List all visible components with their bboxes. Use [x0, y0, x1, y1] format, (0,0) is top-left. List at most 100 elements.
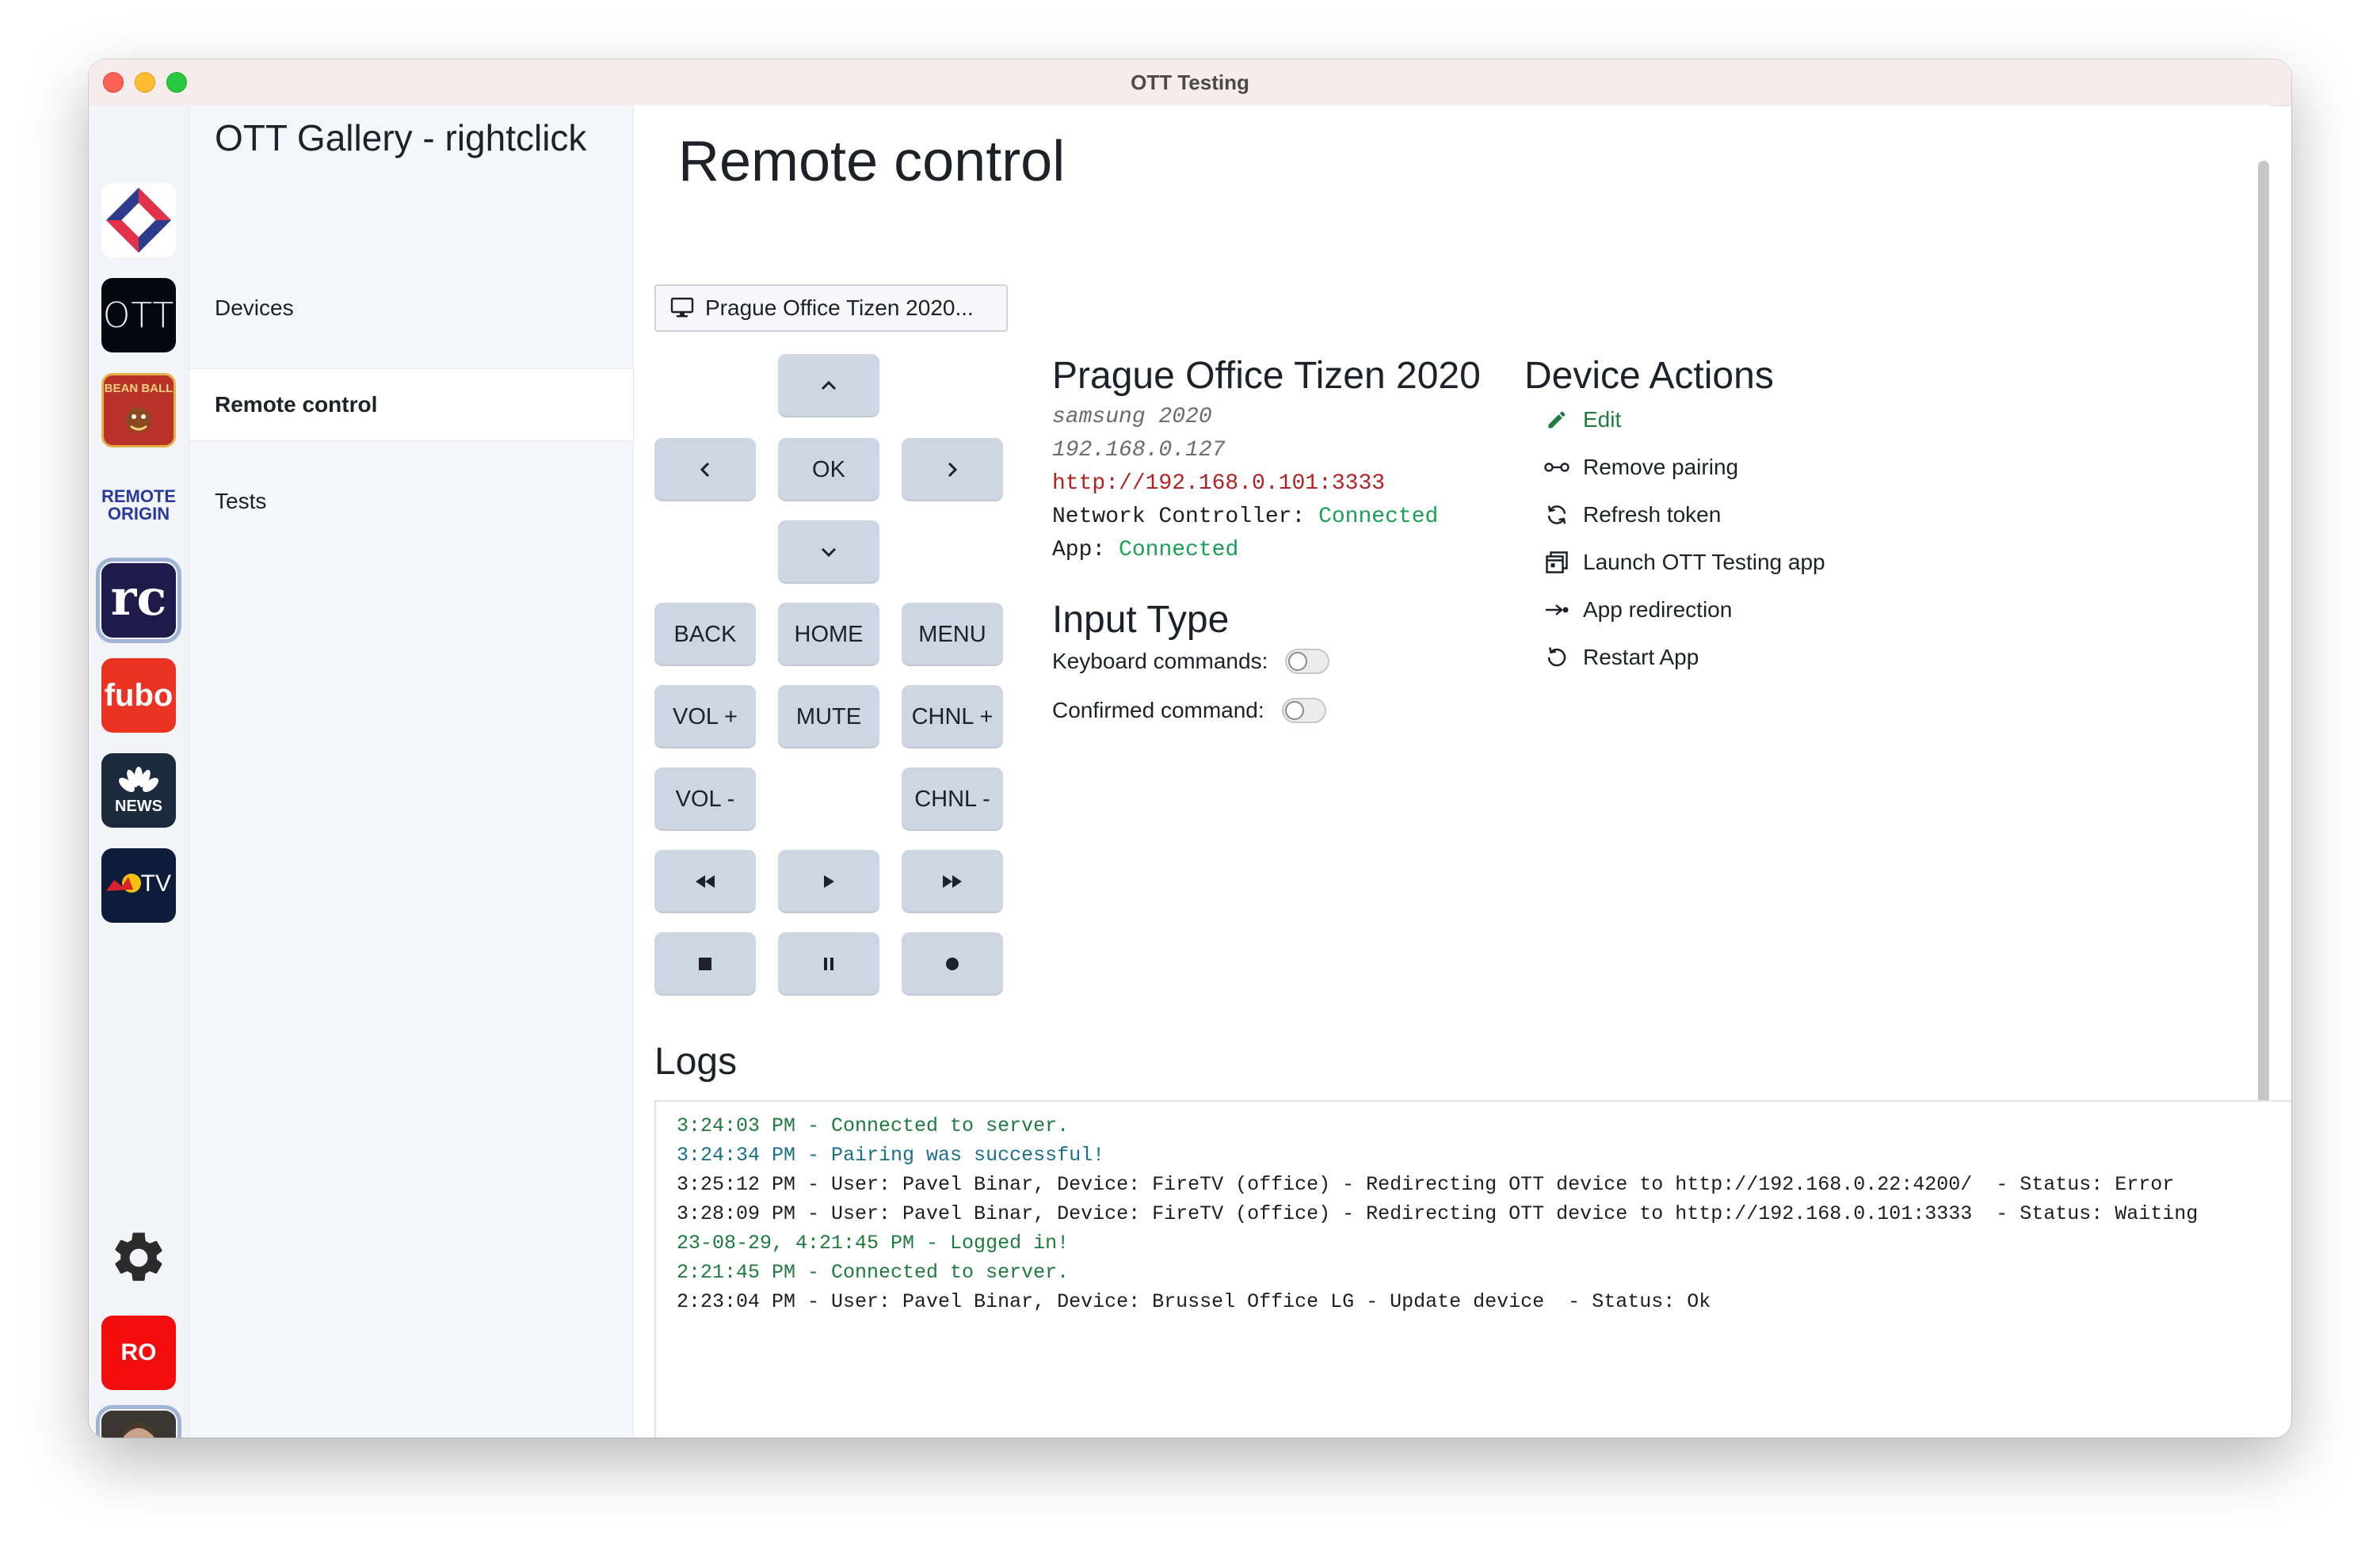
close-window-button[interactable] — [103, 72, 124, 93]
home-button-label: HOME — [794, 621, 864, 647]
ok-button[interactable]: OK — [778, 438, 879, 501]
redirect-icon — [1543, 596, 1570, 623]
action-label: Launch OTT Testing app — [1583, 550, 1825, 574]
nav-item-devices[interactable]: Devices — [189, 272, 633, 345]
nav-item-label: Devices — [215, 295, 294, 320]
back-button-label: BACK — [673, 621, 737, 647]
input-type-heading: Input Type — [1052, 599, 1230, 641]
edit-device-action[interactable]: Edit — [1543, 406, 1621, 433]
log-line: 3:24:34 PM - Pairing was successful! — [677, 1144, 1105, 1167]
right-button[interactable] — [902, 438, 1003, 501]
device-select[interactable]: Prague Office Tizen 2020... — [654, 284, 1008, 332]
chevron-down-icon — [821, 547, 837, 558]
chevron-right-icon — [948, 462, 958, 478]
log-line: 2:23:04 PM - User: Pavel Binar, Device: … — [677, 1290, 1711, 1313]
launch-app-action[interactable]: Launch OTT Testing app — [1543, 549, 1825, 576]
action-label: App redirection — [1583, 597, 1733, 622]
network-controller-value: Connected — [1318, 505, 1439, 529]
menu-button[interactable]: MENU — [902, 603, 1003, 666]
remove-pairing-action[interactable]: Remove pairing — [1543, 454, 1738, 481]
volume-up-button[interactable]: VOL + — [654, 685, 756, 748]
menu-button-label: MENU — [918, 621, 986, 647]
app-status-value: Connected — [1119, 538, 1239, 562]
nav-item-label: Remote control — [215, 392, 378, 417]
play-button[interactable] — [778, 850, 879, 913]
fubo-logo-label: fubo — [104, 677, 174, 713]
nav-item-tests[interactable]: Tests — [189, 465, 633, 538]
keyboard-commands-row: Keyboard commands: — [1052, 649, 1330, 674]
ott-logo-icon[interactable]: OTT — [101, 278, 176, 352]
remote-origin-label-top: REMOTE — [101, 486, 176, 506]
rightclick-logo-icon[interactable] — [101, 183, 176, 257]
minimize-window-button[interactable] — [135, 72, 155, 93]
left-button[interactable] — [654, 438, 756, 501]
log-line: 2:21:45 PM - Connected to server. — [677, 1261, 1070, 1284]
device-model: samsung 2020 — [1052, 405, 1212, 429]
confirmed-command-toggle[interactable] — [1281, 698, 1326, 723]
chevron-left-icon — [700, 462, 710, 478]
device-ip: 192.168.0.127 — [1052, 438, 1226, 463]
fast-forward-icon — [943, 875, 962, 888]
rewind-icon — [696, 875, 715, 888]
fast-forward-button[interactable] — [902, 850, 1003, 913]
pencil-icon — [1543, 406, 1570, 433]
keyboard-commands-toggle[interactable] — [1285, 649, 1330, 674]
log-line: 23-08-29, 4:21:45 PM - Logged in! — [677, 1232, 1070, 1255]
rc-logo-icon[interactable]: rc — [96, 558, 181, 643]
action-label: Remove pairing — [1583, 455, 1739, 479]
down-button[interactable] — [778, 520, 879, 584]
restart-app-action[interactable]: Restart App — [1543, 644, 1699, 671]
channel-down-button[interactable]: CHNL - — [902, 767, 1003, 831]
fubo-logo-icon[interactable]: fubo — [101, 658, 176, 733]
home-button[interactable]: HOME — [778, 603, 879, 666]
ott-logo-label: OTT — [102, 295, 175, 336]
chevron-up-icon — [821, 380, 837, 390]
confirmed-command-label: Confirmed command: — [1052, 698, 1264, 722]
device-actions-heading: Device Actions — [1524, 355, 1774, 397]
nbc-news-logo-label: NEWS — [115, 797, 162, 815]
app-rail: OTT BEAN BALL REMOTE ORIGIN rc fubo NEWS… — [89, 105, 189, 1438]
restart-icon — [1543, 644, 1570, 671]
monitor-icon — [670, 297, 694, 318]
back-button[interactable]: BACK — [654, 603, 756, 666]
up-button[interactable] — [778, 354, 879, 417]
pause-button[interactable] — [778, 932, 879, 996]
app-window: OTT Testing OTT BEAN BALL REMOTE ORIGIN … — [89, 59, 2291, 1438]
play-icon — [824, 875, 834, 888]
device-name: Prague Office Tizen 2020 — [1052, 355, 1481, 397]
main-content: Remote control Prague Office Tizen 2020.… — [634, 105, 2291, 1438]
maximize-window-button[interactable] — [166, 72, 187, 93]
volume-down-button[interactable]: VOL - — [654, 767, 756, 831]
stop-icon — [699, 958, 711, 970]
toggle-knob — [1284, 701, 1304, 720]
record-button[interactable] — [902, 932, 1003, 996]
user-initials-badge[interactable]: RO — [101, 1316, 176, 1390]
remote-origin-logo-icon[interactable]: REMOTE ORIGIN — [101, 468, 176, 543]
nbc-news-logo-icon[interactable]: NEWS — [101, 753, 176, 828]
rewind-button[interactable] — [654, 850, 756, 913]
user-avatar-icon[interactable] — [96, 1405, 181, 1438]
refresh-token-action[interactable]: Refresh token — [1543, 501, 1721, 528]
gear-icon[interactable] — [101, 1221, 176, 1295]
nav-item-remote-control[interactable]: Remote control — [189, 368, 633, 441]
mute-button[interactable]: MUTE — [778, 685, 879, 748]
redbull-tv-logo-icon[interactable]: TV — [101, 848, 176, 923]
volume-down-label: VOL - — [675, 786, 735, 812]
bean-ball-logo-icon[interactable]: BEAN BALL — [101, 373, 176, 448]
device-select-value: Prague Office Tizen 2020... — [705, 295, 974, 320]
channel-up-label: CHNL + — [911, 703, 994, 729]
device-url[interactable]: http://192.168.0.101:3333 — [1052, 471, 1385, 496]
app-redirection-action[interactable]: App redirection — [1543, 596, 1732, 623]
logs-heading: Logs — [654, 1041, 738, 1083]
launch-app-icon — [1543, 549, 1570, 576]
stop-button[interactable] — [654, 932, 756, 996]
record-icon — [946, 958, 959, 970]
log-line: 3:25:12 PM - User: Pavel Binar, Device: … — [677, 1173, 2175, 1196]
channel-down-label: CHNL - — [914, 786, 990, 812]
workspace-title: OTT Gallery - rightclick — [215, 117, 587, 158]
pause-icon — [824, 958, 833, 970]
channel-up-button[interactable]: CHNL + — [902, 685, 1003, 748]
logs-panel[interactable]: 3:24:03 PM - Connected to server. 3:24:34… — [654, 1100, 2291, 1438]
unlink-icon — [1543, 454, 1570, 481]
window-controls — [103, 72, 187, 93]
